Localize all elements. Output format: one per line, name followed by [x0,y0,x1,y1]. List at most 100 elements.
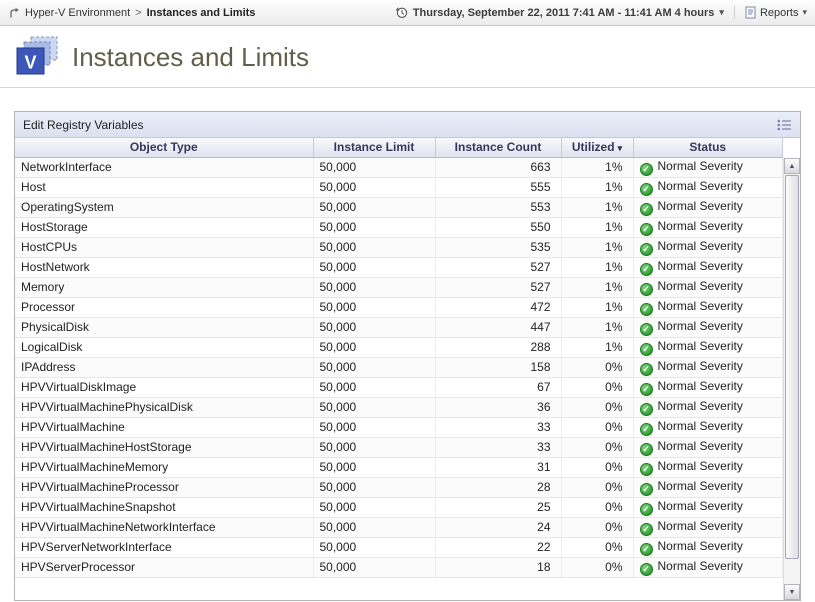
table-row[interactable]: HPVVirtualMachineMemory 50,000 31 0% ✓No… [15,457,783,477]
table-row[interactable]: NetworkInterface 50,000 663 1% ✓Normal S… [15,157,783,177]
instance-limit-cell: 50,000 [313,537,435,557]
status-cell: ✓Normal Severity [633,277,783,297]
normal-severity-icon: ✓ [640,523,653,536]
status-cell: ✓Normal Severity [633,237,783,257]
vertical-scrollbar[interactable]: ▲ ▼ [783,158,800,600]
instance-limit-cell: 50,000 [313,297,435,317]
table-row[interactable]: HPVServerNetworkInterface 50,000 22 0% ✓… [15,537,783,557]
status-cell: ✓Normal Severity [633,497,783,517]
object-type-cell: HostStorage [15,217,313,237]
instance-limit-cell: 50,000 [313,457,435,477]
normal-severity-icon: ✓ [640,243,653,256]
table-row[interactable]: HPVVirtualMachineNetworkInterface 50,000… [15,517,783,537]
utilized-cell: 1% [561,317,633,337]
status-label: Normal Severity [658,559,743,573]
status-label: Normal Severity [658,199,743,213]
instance-limit-cell: 50,000 [313,497,435,517]
normal-severity-icon: ✓ [640,363,653,376]
table-row[interactable]: HPVVirtualMachinePhysicalDisk 50,000 36 … [15,397,783,417]
table-row[interactable]: OperatingSystem 50,000 553 1% ✓Normal Se… [15,197,783,217]
object-type-cell: HPVVirtualMachineSnapshot [15,497,313,517]
table-row[interactable]: HPVVirtualMachineSnapshot 50,000 25 0% ✓… [15,497,783,517]
breadcrumb-separator: > [135,7,141,19]
utilized-cell: 1% [561,237,633,257]
sort-desc-icon: ▾ [618,143,623,153]
page-header: V Instances and Limits [0,26,815,87]
object-type-cell: HostCPUs [15,237,313,257]
breadcrumb-history-icon[interactable] [8,7,20,19]
normal-severity-icon: ✓ [640,403,653,416]
normal-severity-icon: ✓ [640,423,653,436]
column-header-status[interactable]: Status [633,138,783,157]
status-cell: ✓Normal Severity [633,517,783,537]
status-cell: ✓Normal Severity [633,157,783,177]
table-row[interactable]: HPVServerProcessor 50,000 18 0% ✓Normal … [15,557,783,577]
table-row[interactable]: Processor 50,000 472 1% ✓Normal Severity [15,297,783,317]
table-row[interactable]: Host 50,000 555 1% ✓Normal Severity [15,177,783,197]
clock-icon [395,6,408,19]
scroll-down-button[interactable]: ▼ [784,584,800,600]
instance-limit-cell: 50,000 [313,317,435,337]
scrollbar-track[interactable] [784,175,800,583]
instance-count-cell: 555 [435,177,561,197]
instance-count-cell: 158 [435,357,561,377]
table-row[interactable]: HostNetwork 50,000 527 1% ✓Normal Severi… [15,257,783,277]
instance-limit-cell: 50,000 [313,177,435,197]
instance-limit-cell: 50,000 [313,477,435,497]
status-cell: ✓ Normal Severity [633,417,783,437]
object-type-cell: HPVVirtualMachineMemory [15,457,313,477]
column-header-instance-count[interactable]: Instance Count [435,138,561,157]
panel-title: Edit Registry Variables [23,118,144,132]
instance-count-cell: 663 [435,157,561,177]
breadcrumb-parent-link[interactable]: Hyper-V Environment [25,7,130,19]
status-cell: ✓Normal Severity [633,317,783,337]
status-cell: ✓Normal Severity [633,257,783,277]
breadcrumb: Hyper-V Environment > Instances and Limi… [8,7,255,19]
utilized-cell: 1% [561,217,633,237]
table-row[interactable]: IPAddress 50,000 158 0% ✓Normal Severity [15,357,783,377]
svg-text:V: V [24,53,36,73]
table-row[interactable]: HostCPUs 50,000 535 1% ✓Normal Severity [15,237,783,257]
scroll-up-button[interactable]: ▲ [784,158,800,174]
column-header-utilized[interactable]: Utilized▾ [561,138,633,157]
object-type-cell: HPVVirtualMachineNetworkInterface [15,517,313,537]
table-row[interactable]: Memory 50,000 527 1% ✓Normal Severity [15,277,783,297]
utilized-cell: 0% [561,377,633,397]
table-row[interactable]: HPVVirtualMachine 50,000 33 0% ✓Normal S… [15,417,783,437]
status-label: Normal Severity [658,339,743,353]
instance-count-cell: 550 [435,217,561,237]
instance-limit-cell: 50,000 [313,197,435,217]
object-type-cell: OperatingSystem [15,197,313,217]
table-row[interactable]: PhysicalDisk 50,000 447 1% ✓Normal Sever… [15,317,783,337]
scrollbar-thumb[interactable] [785,175,799,559]
object-type-cell: LogicalDisk [15,337,313,357]
table-row[interactable]: HPVVirtualDiskImage 50,000 67 0% ✓Normal… [15,377,783,397]
instance-count-cell: 553 [435,197,561,217]
instance-limit-cell: 50,000 [313,157,435,177]
instance-count-cell: 24 [435,517,561,537]
normal-severity-icon: ✓ [640,223,653,236]
topbar: Hyper-V Environment > Instances and Limi… [0,0,815,26]
status-label: Normal Severity [658,319,743,333]
column-header-instance-limit[interactable]: Instance Limit [313,138,435,157]
instance-count-cell: 28 [435,477,561,497]
column-label: Instance Count [455,140,542,154]
table-row[interactable]: LogicalDisk 50,000 288 1% ✓Normal Severi… [15,337,783,357]
table-row[interactable]: HostStorage 50,000 550 1% ✓Normal Severi… [15,217,783,237]
time-range-selector[interactable]: Thursday, September 22, 2011 7:41 AM - 1… [395,6,734,19]
status-label: Normal Severity [658,219,743,233]
status-cell: ✓Normal Severity [633,557,783,577]
status-label: Normal Severity [658,419,743,433]
object-type-cell: HPVVirtualMachineHostStorage [15,437,313,457]
status-cell: ✓Normal Severity [633,197,783,217]
column-header-object-type[interactable]: Object Type [15,138,313,157]
scroll-up-arrow-icon: ▲ [789,163,796,170]
reports-menu[interactable]: Reports ▾ [734,6,807,19]
normal-severity-icon: ✓ [640,283,653,296]
table-row[interactable]: HPVVirtualMachineProcessor 50,000 28 0% … [15,477,783,497]
table-row[interactable]: HPVVirtualMachineHostStorage 50,000 33 0… [15,437,783,457]
status-label: Normal Severity [658,539,743,553]
customizer-icon[interactable] [777,119,792,131]
utilized-cell: 0% [561,537,633,557]
normal-severity-icon: ✓ [640,343,653,356]
